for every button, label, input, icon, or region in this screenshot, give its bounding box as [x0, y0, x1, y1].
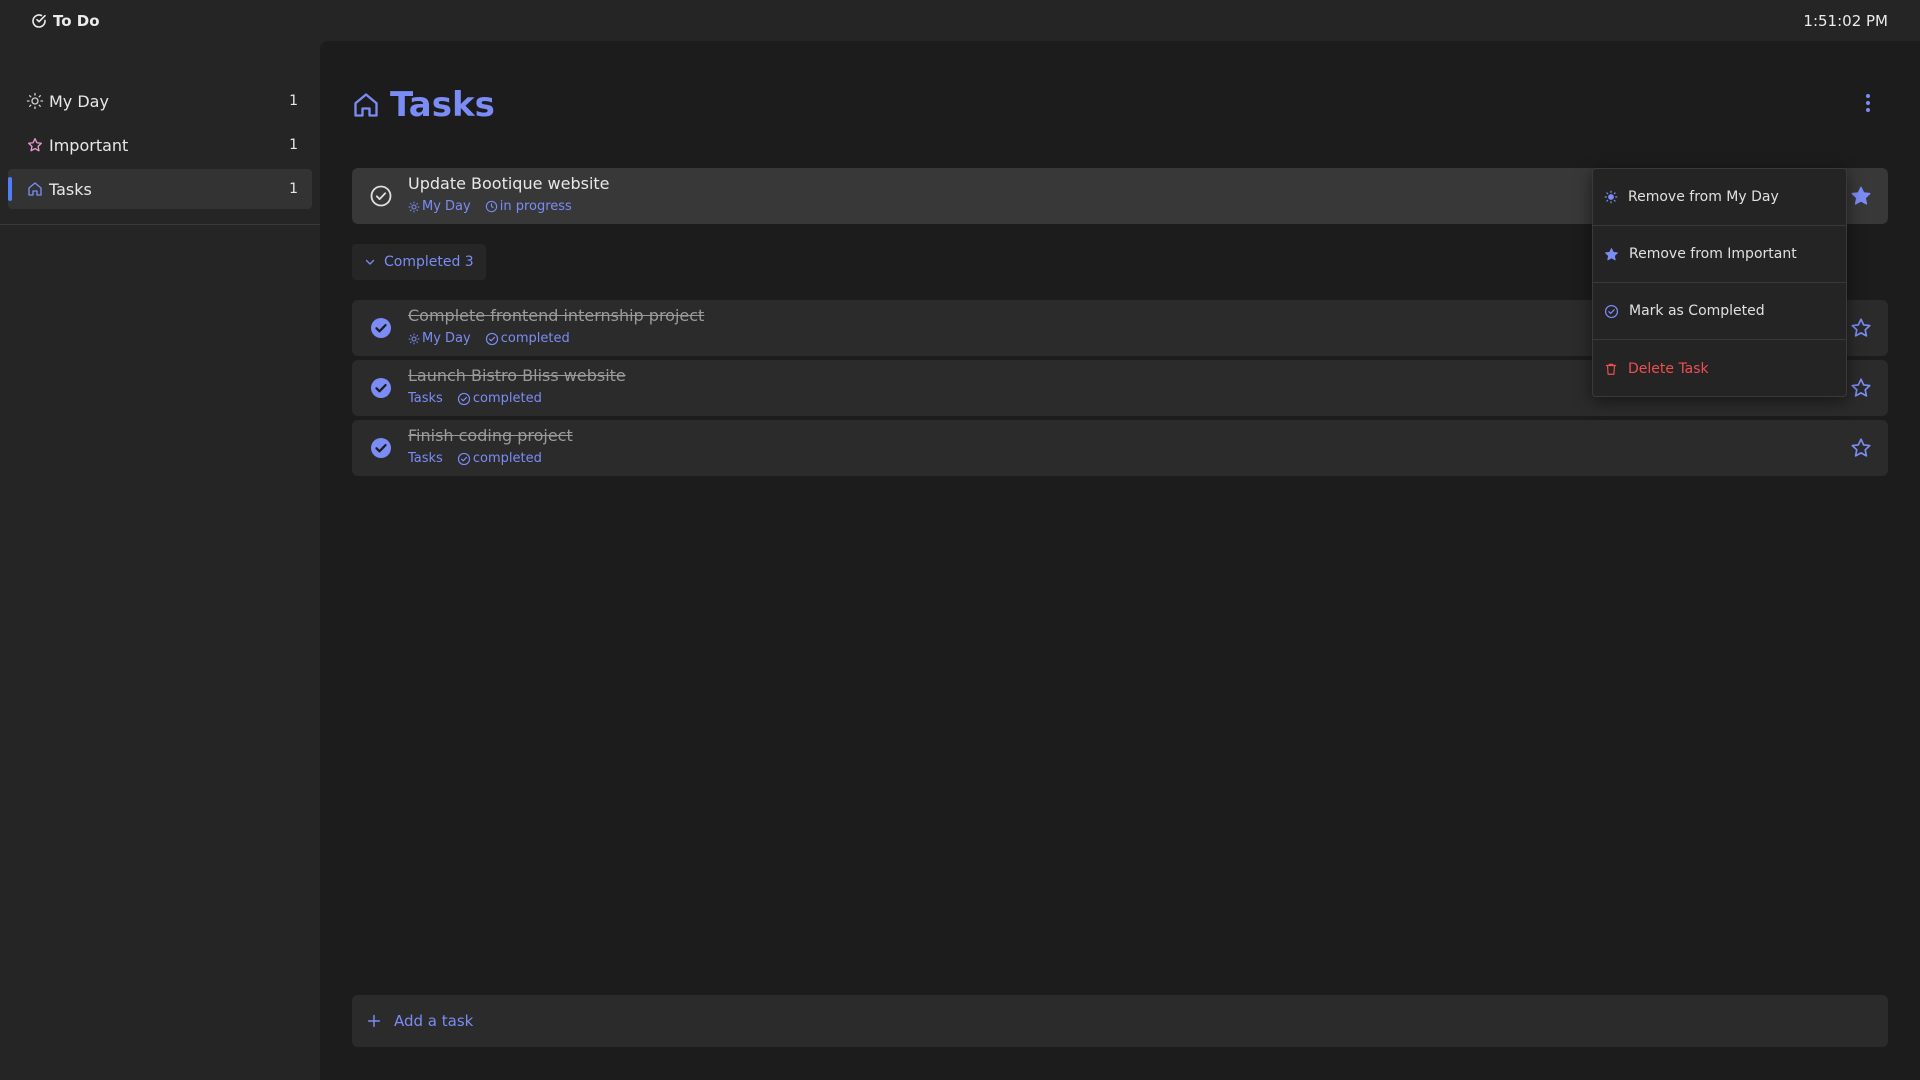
- task-status-tag: completed: [457, 391, 542, 406]
- more-vertical-icon: [1865, 93, 1871, 113]
- plus-icon: [366, 1013, 382, 1029]
- check-circle-filled-icon[interactable]: [369, 316, 393, 340]
- sidebar-divider: [0, 224, 320, 225]
- menu-item-label: Delete Task: [1628, 360, 1709, 377]
- task-meta: My Day completed: [408, 331, 570, 346]
- task-title: Launch Bistro Bliss website: [408, 366, 626, 385]
- star-icon[interactable]: [1850, 377, 1872, 399]
- menu-item-label: Remove from Important: [1629, 246, 1797, 262]
- menu-item-mark-completed[interactable]: Mark as Completed: [1593, 283, 1846, 340]
- task-title: Complete frontend internship project: [408, 306, 705, 325]
- trash-icon: [1604, 362, 1618, 376]
- completed-section-label: Completed 3: [384, 254, 474, 270]
- app-title-label: To Do: [53, 11, 100, 30]
- page-title: Tasks: [390, 85, 495, 125]
- title-bar: To Do 1:51:02 PM: [0, 0, 1920, 41]
- sidebar-item-count: 1: [289, 181, 298, 197]
- clock: 1:51:02 PM: [1803, 11, 1888, 30]
- app-title: To Do: [31, 12, 100, 30]
- task-list-tag: My Day: [408, 331, 471, 346]
- task-list-tag: My Day: [408, 199, 471, 214]
- home-icon: [352, 91, 380, 119]
- star-icon[interactable]: [1850, 317, 1872, 339]
- star-filled-icon: [1604, 247, 1619, 262]
- sidebar-nav: My Day 1 Important 1 Tasks 1: [0, 41, 320, 209]
- add-task-label: Add a task: [394, 1012, 474, 1030]
- add-task-input[interactable]: Add a task: [352, 995, 1888, 1047]
- sun-icon: [408, 333, 420, 345]
- sidebar: My Day 1 Important 1 Tasks 1: [0, 41, 320, 1080]
- check-circle-icon: [457, 392, 471, 406]
- task-list-tag: Tasks: [408, 451, 443, 466]
- sidebar-item-my-day[interactable]: My Day 1: [8, 81, 312, 121]
- sidebar-item-label: My Day: [49, 91, 109, 111]
- task-list-label: My Day: [422, 199, 471, 214]
- star-icon[interactable]: [1850, 437, 1872, 459]
- check-circle-button[interactable]: [369, 184, 393, 208]
- check-circle-icon: [31, 13, 47, 29]
- menu-item-delete-task[interactable]: Delete Task: [1593, 340, 1846, 397]
- task-meta: My Day in progress: [408, 199, 572, 214]
- sidebar-item-label: Important: [49, 135, 129, 155]
- check-circle-icon: [485, 332, 499, 346]
- check-circle-filled-icon[interactable]: [369, 436, 393, 460]
- star-icon: [24, 134, 46, 156]
- task-title: Finish coding project: [408, 426, 573, 445]
- task-list-label: My Day: [422, 331, 471, 346]
- task-status-label: completed: [472, 451, 542, 466]
- task-list-tag: Tasks: [408, 391, 443, 406]
- task-status-label: completed: [472, 391, 542, 406]
- task-status-tag: in progress: [485, 199, 572, 214]
- sidebar-item-important[interactable]: Important 1: [8, 125, 312, 165]
- sun-icon: [408, 201, 420, 213]
- sun-icon: [24, 90, 46, 112]
- check-circle-icon: [457, 452, 471, 466]
- task-status-label: completed: [500, 331, 570, 346]
- task-item[interactable]: Finish coding project Tasks completed: [352, 420, 1888, 476]
- task-status-tag: completed: [485, 331, 570, 346]
- task-list-label: Tasks: [408, 391, 443, 406]
- task-meta: Tasks completed: [408, 391, 542, 406]
- task-title: Update Bootique website: [408, 174, 610, 193]
- menu-item-remove-from-my-day[interactable]: Remove from My Day: [1593, 169, 1846, 226]
- page-header: Tasks: [352, 85, 495, 125]
- task-status-tag: completed: [457, 451, 542, 466]
- sidebar-item-count: 1: [289, 93, 298, 109]
- check-circle-filled-icon[interactable]: [369, 376, 393, 400]
- sidebar-item-tasks[interactable]: Tasks 1: [8, 169, 312, 209]
- task-status-label: in progress: [499, 199, 572, 214]
- menu-item-remove-from-important[interactable]: Remove from Important: [1593, 226, 1846, 283]
- task-context-menu: Remove from My Day Remove from Important…: [1592, 168, 1847, 397]
- menu-item-label: Mark as Completed: [1629, 303, 1765, 319]
- home-icon: [24, 178, 46, 200]
- more-options-button[interactable]: [1856, 91, 1880, 115]
- sidebar-item-count: 1: [289, 137, 298, 153]
- sun-icon: [1604, 190, 1618, 204]
- task-meta: Tasks completed: [408, 451, 542, 466]
- sidebar-item-label: Tasks: [49, 179, 92, 199]
- task-list-label: Tasks: [408, 451, 443, 466]
- chevron-down-icon: [364, 256, 376, 268]
- menu-item-label: Remove from My Day: [1628, 189, 1779, 205]
- clock-icon: [485, 200, 498, 213]
- check-circle-icon: [1604, 304, 1619, 319]
- star-filled-icon[interactable]: [1850, 185, 1872, 207]
- completed-section-toggle[interactable]: Completed 3: [352, 244, 486, 280]
